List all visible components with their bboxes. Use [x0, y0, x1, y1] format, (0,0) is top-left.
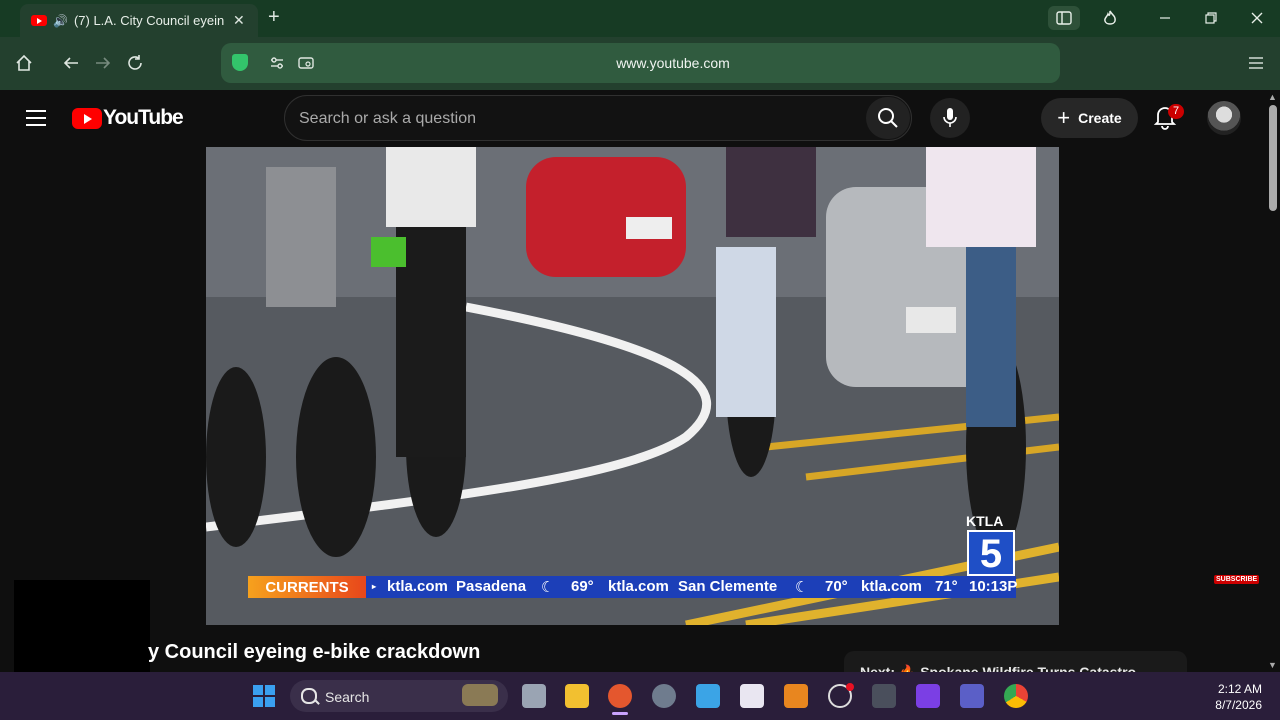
home-icon[interactable]	[12, 51, 36, 75]
notification-count-badge: 7	[1168, 104, 1184, 119]
minimize-button[interactable]	[1149, 6, 1181, 30]
ticker-item: Pasadena	[456, 578, 527, 595]
notification-dot	[846, 683, 854, 691]
ticker-item: ktla.com	[387, 578, 448, 595]
speaker-icon[interactable]: 🔊	[53, 14, 68, 28]
youtube-wordmark[interactable]: YouTube	[103, 106, 184, 130]
station-logo: 5	[967, 530, 1015, 576]
ticker-item: ktla.com	[608, 578, 669, 595]
create-label: Create	[1078, 110, 1122, 126]
youtube-favicon-icon	[31, 15, 47, 26]
file-explorer-icon[interactable]	[565, 684, 589, 708]
url-text[interactable]: www.youtube.com	[221, 55, 1125, 71]
search-icon	[878, 108, 898, 128]
chrome-icon[interactable]	[1004, 684, 1028, 708]
taskbar-search-label[interactable]: Search	[325, 689, 369, 705]
tab-title: (7) L.A. City Council eyeing e-bike crac…	[73, 13, 224, 28]
ticker-separator: ▸	[372, 582, 377, 591]
subscribe-watermark[interactable]: SUBSCRIBE	[1214, 575, 1260, 584]
browser-menu-icon[interactable]	[1244, 51, 1268, 75]
active-app-indicator	[612, 712, 628, 715]
ticker-item: 70°	[825, 578, 848, 595]
back-icon[interactable]	[59, 51, 83, 75]
notepad-icon[interactable]	[696, 684, 720, 708]
scroll-down-arrow-icon[interactable]: ▼	[1268, 660, 1277, 670]
bison-widget-icon[interactable]	[462, 684, 498, 706]
calculator-icon[interactable]	[872, 684, 896, 708]
scroll-up-arrow-icon[interactable]: ▲	[1268, 92, 1277, 102]
settings-gear-icon[interactable]	[652, 684, 676, 708]
search-icon	[301, 688, 317, 704]
new-tab-button[interactable]: +	[268, 6, 280, 29]
station-name: KTLA	[966, 513, 1004, 529]
video-frame	[206, 147, 1059, 625]
clock-date: 8/7/2026	[1215, 698, 1262, 712]
close-window-button[interactable]	[1241, 6, 1273, 30]
ticker-item: 69°	[571, 578, 594, 595]
restore-button[interactable]	[1195, 6, 1227, 30]
voice-search-button[interactable]	[930, 98, 970, 138]
moon-icon: ☾	[541, 579, 555, 596]
ticker-item: San Clemente	[678, 578, 778, 595]
fire-icon[interactable]	[1094, 6, 1126, 30]
ticker-item: 71°	[935, 578, 958, 595]
video-title: y Council eyeing e-bike crackdown	[148, 641, 481, 663]
taskbar-clock[interactable]: 2:12 AM 8/7/2026	[1196, 681, 1262, 713]
microphone-icon	[943, 108, 957, 127]
reload-icon[interactable]	[123, 51, 147, 75]
duckduckgo-browser-icon[interactable]	[608, 684, 632, 708]
clock-time: 2:12 AM	[1217, 682, 1262, 696]
windows-start-icon[interactable]	[253, 685, 275, 707]
ticker-label: CURRENTS	[248, 576, 366, 598]
create-button[interactable]: + Create	[1041, 98, 1138, 138]
ticker-item: ktla.com	[861, 578, 922, 595]
search-button[interactable]	[866, 97, 910, 139]
snipping-tool-icon[interactable]	[740, 684, 764, 708]
youtube-logo-icon[interactable]	[72, 108, 102, 129]
avatar[interactable]	[1207, 101, 1241, 135]
tab-close-icon[interactable]: ✕	[233, 12, 245, 29]
plus-icon: +	[1057, 105, 1071, 130]
sidebar-toggle-icon[interactable]	[1048, 6, 1080, 30]
guide-menu-icon[interactable]	[26, 110, 46, 126]
clipchamp-icon[interactable]	[916, 684, 940, 708]
ticker-item: 10:13P	[969, 578, 1018, 595]
forward-icon[interactable]	[91, 51, 115, 75]
task-view-icon[interactable]	[522, 684, 546, 708]
moon-icon: ☾	[795, 579, 809, 596]
video-player[interactable]	[206, 147, 1059, 625]
browser-tab-youtube[interactable]: 🔊 (7) L.A. City Council eyeing e-bike cr…	[20, 4, 258, 37]
search-placeholder[interactable]: Search or ask a question	[299, 110, 476, 128]
scrollbar-thumb[interactable]	[1269, 105, 1277, 211]
notes-app-icon[interactable]	[960, 684, 984, 708]
fl-studio-icon[interactable]	[784, 684, 808, 708]
windows-taskbar	[0, 672, 1280, 720]
